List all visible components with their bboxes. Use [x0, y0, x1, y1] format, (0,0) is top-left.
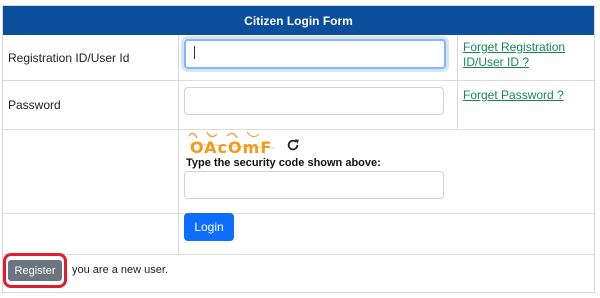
password-label: Password: [8, 98, 61, 112]
forgot-registration-link-line2: ID/User ID ?: [463, 55, 530, 69]
user-id-input[interactable]: [184, 39, 446, 69]
captcha-code: OAcOmF: [190, 138, 273, 157]
column-divider: [178, 35, 179, 254]
captcha-input[interactable]: [184, 171, 444, 199]
form-title: Citizen Login Form: [3, 6, 594, 35]
user-id-label: Registration ID/User Id: [8, 51, 130, 65]
login-button[interactable]: Login: [184, 213, 234, 241]
row-divider: [3, 129, 594, 130]
register-note: you are a new user.: [72, 264, 169, 276]
password-input[interactable]: [184, 87, 444, 115]
column-divider: [457, 35, 458, 129]
row-divider: [3, 254, 594, 255]
text-caret: [194, 46, 195, 59]
refresh-icon[interactable]: [286, 138, 300, 152]
forgot-registration-link[interactable]: Forget Registration ID/User ID ?: [463, 40, 565, 70]
register-button[interactable]: Register: [8, 260, 62, 281]
row-divider: [3, 213, 594, 214]
captcha-instruction: Type the security code shown above:: [186, 157, 381, 169]
forgot-registration-link-line1: Forget Registration: [463, 40, 566, 54]
row-divider: [3, 80, 594, 81]
forgot-password-link[interactable]: Forget Password ?: [463, 88, 564, 103]
